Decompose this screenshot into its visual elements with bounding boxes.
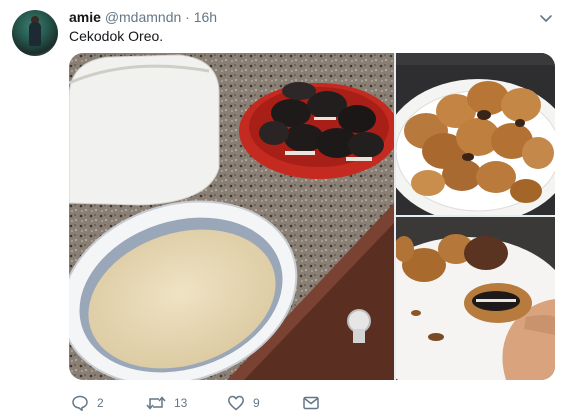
photo-batter-and-oreos[interactable] bbox=[69, 53, 394, 380]
dm-action[interactable] bbox=[302, 392, 320, 414]
avatar[interactable] bbox=[12, 10, 58, 56]
photo-oreo-fritter-hand[interactable] bbox=[396, 217, 555, 380]
tweet-actions: 2 13 9 bbox=[0, 392, 587, 414]
tweet-header: amie @mdamndn · 16h bbox=[69, 8, 217, 26]
like-action[interactable]: 9 bbox=[227, 392, 260, 414]
comment-icon[interactable] bbox=[71, 394, 89, 412]
timestamp[interactable]: 16h bbox=[194, 9, 217, 25]
tweet[interactable]: amie @mdamndn · 16h Cekodok Oreo. 2 13 9 bbox=[0, 0, 587, 418]
retweet-action[interactable]: 13 bbox=[146, 392, 187, 414]
chevron-down-icon[interactable] bbox=[538, 10, 554, 26]
user-handle[interactable]: @mdamndn bbox=[105, 9, 181, 25]
media-grid bbox=[69, 53, 555, 380]
avatar-figure bbox=[29, 22, 41, 46]
reply-count: 2 bbox=[97, 396, 104, 410]
display-name[interactable]: amie bbox=[69, 9, 101, 25]
reply-action[interactable]: 2 bbox=[71, 392, 104, 414]
heart-icon[interactable] bbox=[227, 394, 245, 412]
tweet-text: Cekodok Oreo. bbox=[69, 28, 164, 44]
photo-fritters-plate[interactable] bbox=[396, 53, 555, 215]
like-count: 9 bbox=[253, 396, 260, 410]
retweet-icon[interactable] bbox=[146, 394, 166, 412]
separator-dot: · bbox=[185, 9, 190, 25]
retweet-count: 13 bbox=[174, 396, 188, 410]
envelope-icon[interactable] bbox=[302, 394, 320, 412]
